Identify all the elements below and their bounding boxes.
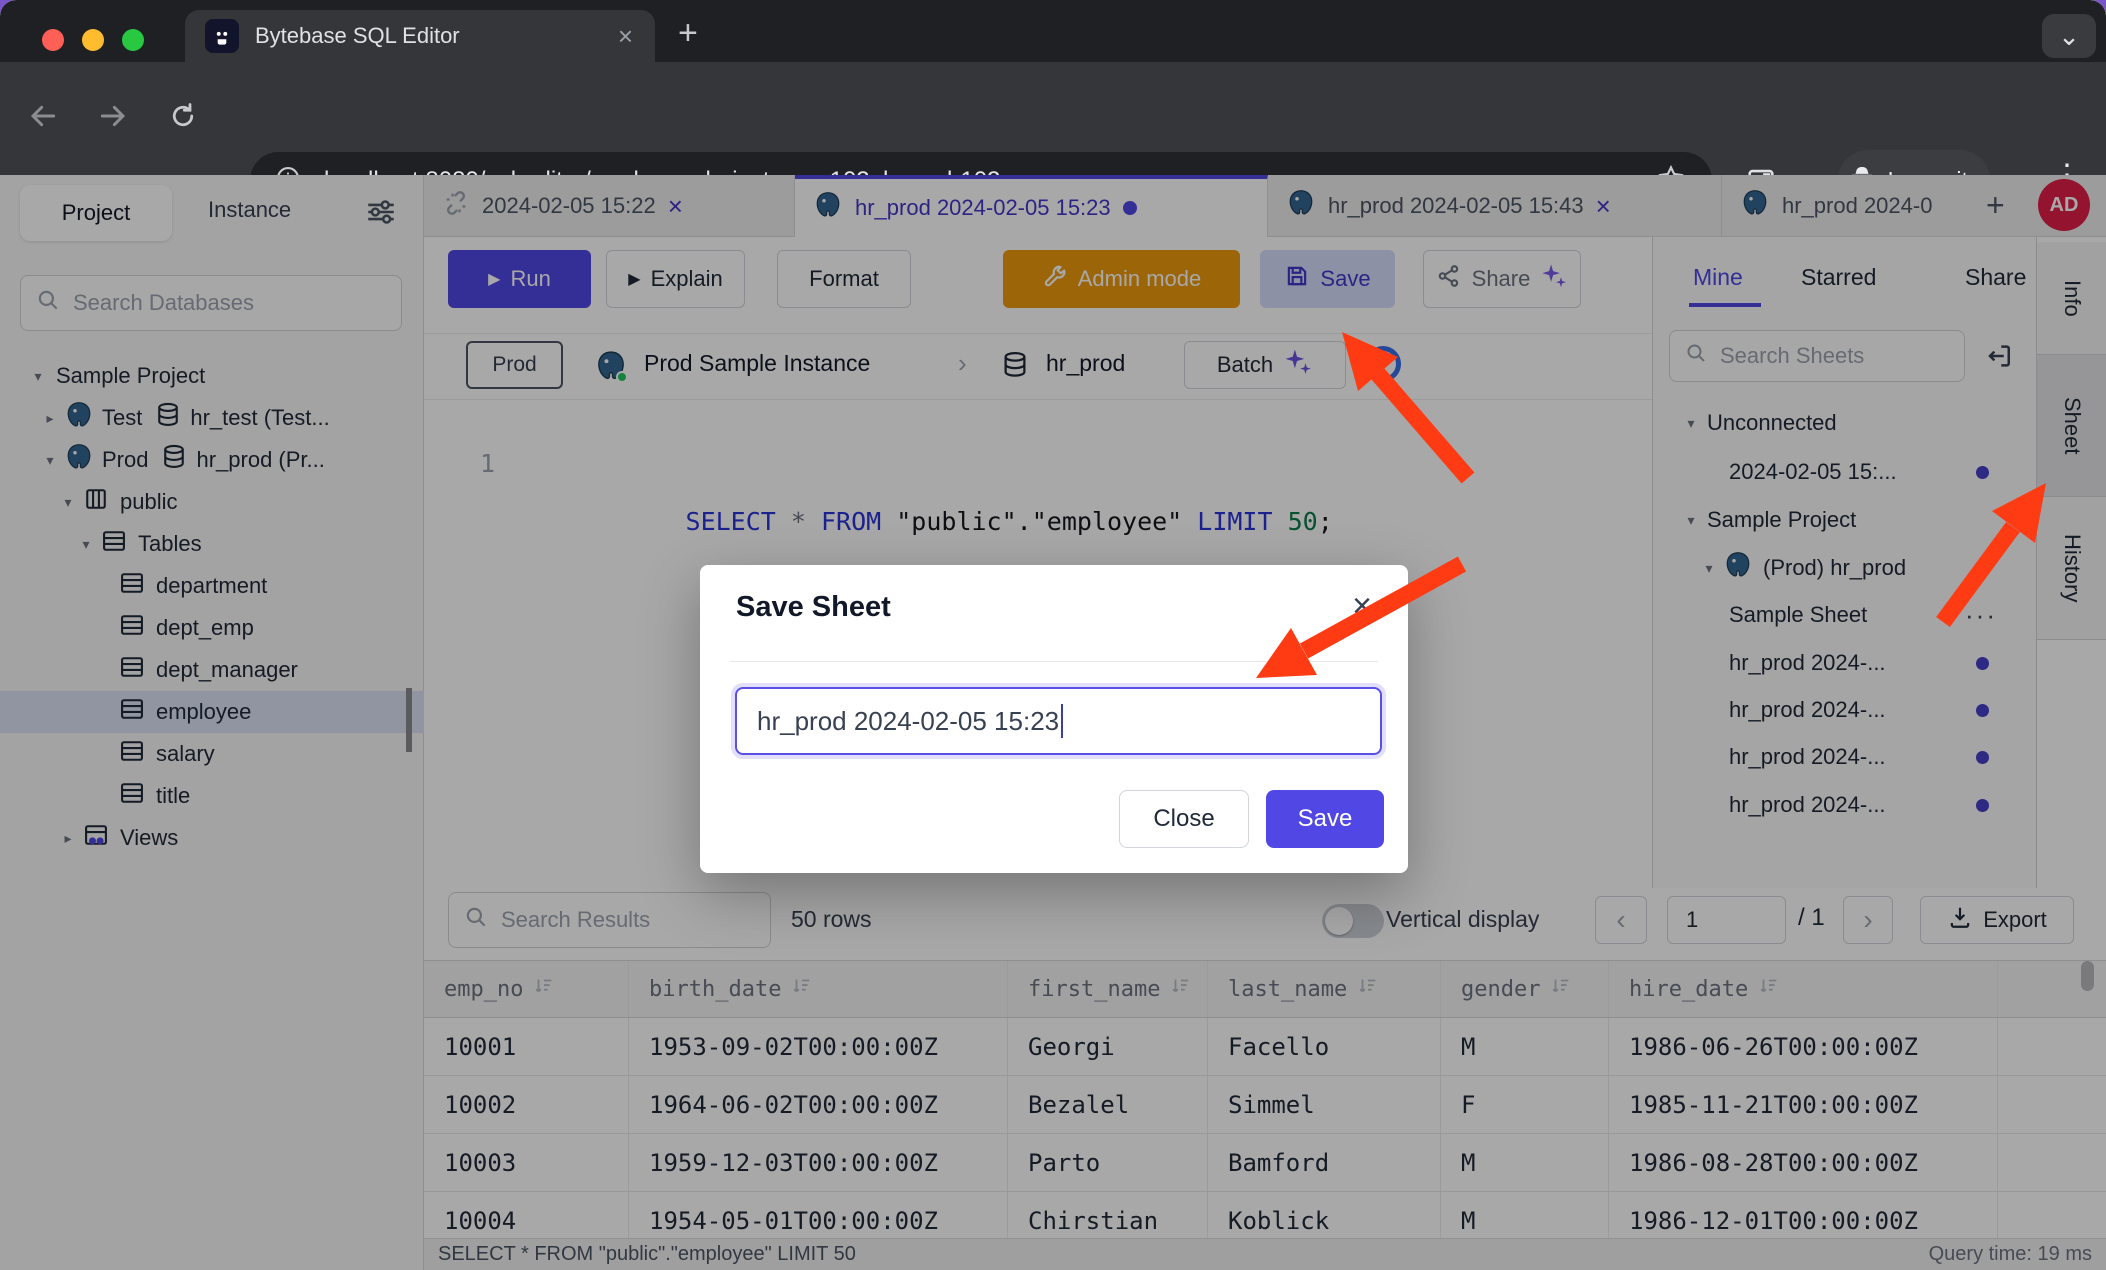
traffic-light-minimize[interactable] — [82, 29, 104, 51]
bytebase-favicon-icon — [205, 19, 239, 53]
browser-window: Bytebase SQL Editor × + ⌄ localhost:8080… — [0, 0, 2106, 1270]
browser-tab-title: Bytebase SQL Editor — [255, 23, 460, 49]
reload-icon[interactable] — [162, 101, 204, 136]
browser-tab[interactable]: Bytebase SQL Editor × — [185, 10, 655, 62]
save-sheet-dialog: Save Sheet × hr_prod 2024-02-05 15:23 Cl… — [700, 565, 1408, 873]
browser-toolbar: localhost:8080/sql-editor/prod-sample-in… — [0, 62, 2106, 175]
traffic-light-close[interactable] — [42, 29, 64, 51]
dialog-divider — [730, 661, 1378, 662]
sheet-name-value: hr_prod 2024-02-05 15:23 — [757, 706, 1059, 737]
dialog-close-icon[interactable]: × — [1352, 587, 1372, 626]
new-tab-button[interactable]: + — [678, 14, 698, 53]
forward-icon[interactable] — [92, 100, 134, 137]
sheet-name-input[interactable]: hr_prod 2024-02-05 15:23 — [735, 687, 1382, 755]
dialog-title: Save Sheet — [736, 591, 891, 624]
browser-tab-strip: Bytebase SQL Editor × + ⌄ — [0, 0, 2106, 62]
dialog-save-button[interactable]: Save — [1266, 790, 1384, 848]
back-icon[interactable] — [22, 100, 64, 137]
tab-close-icon[interactable]: × — [618, 21, 633, 52]
sql-editor-app: Project Instance Search Databases ▾ Samp… — [0, 175, 2106, 1270]
text-caret — [1061, 704, 1063, 738]
tab-search-chevron-icon[interactable]: ⌄ — [2042, 14, 2096, 58]
dialog-close-button[interactable]: Close — [1119, 790, 1249, 848]
traffic-light-maximize[interactable] — [122, 29, 144, 51]
